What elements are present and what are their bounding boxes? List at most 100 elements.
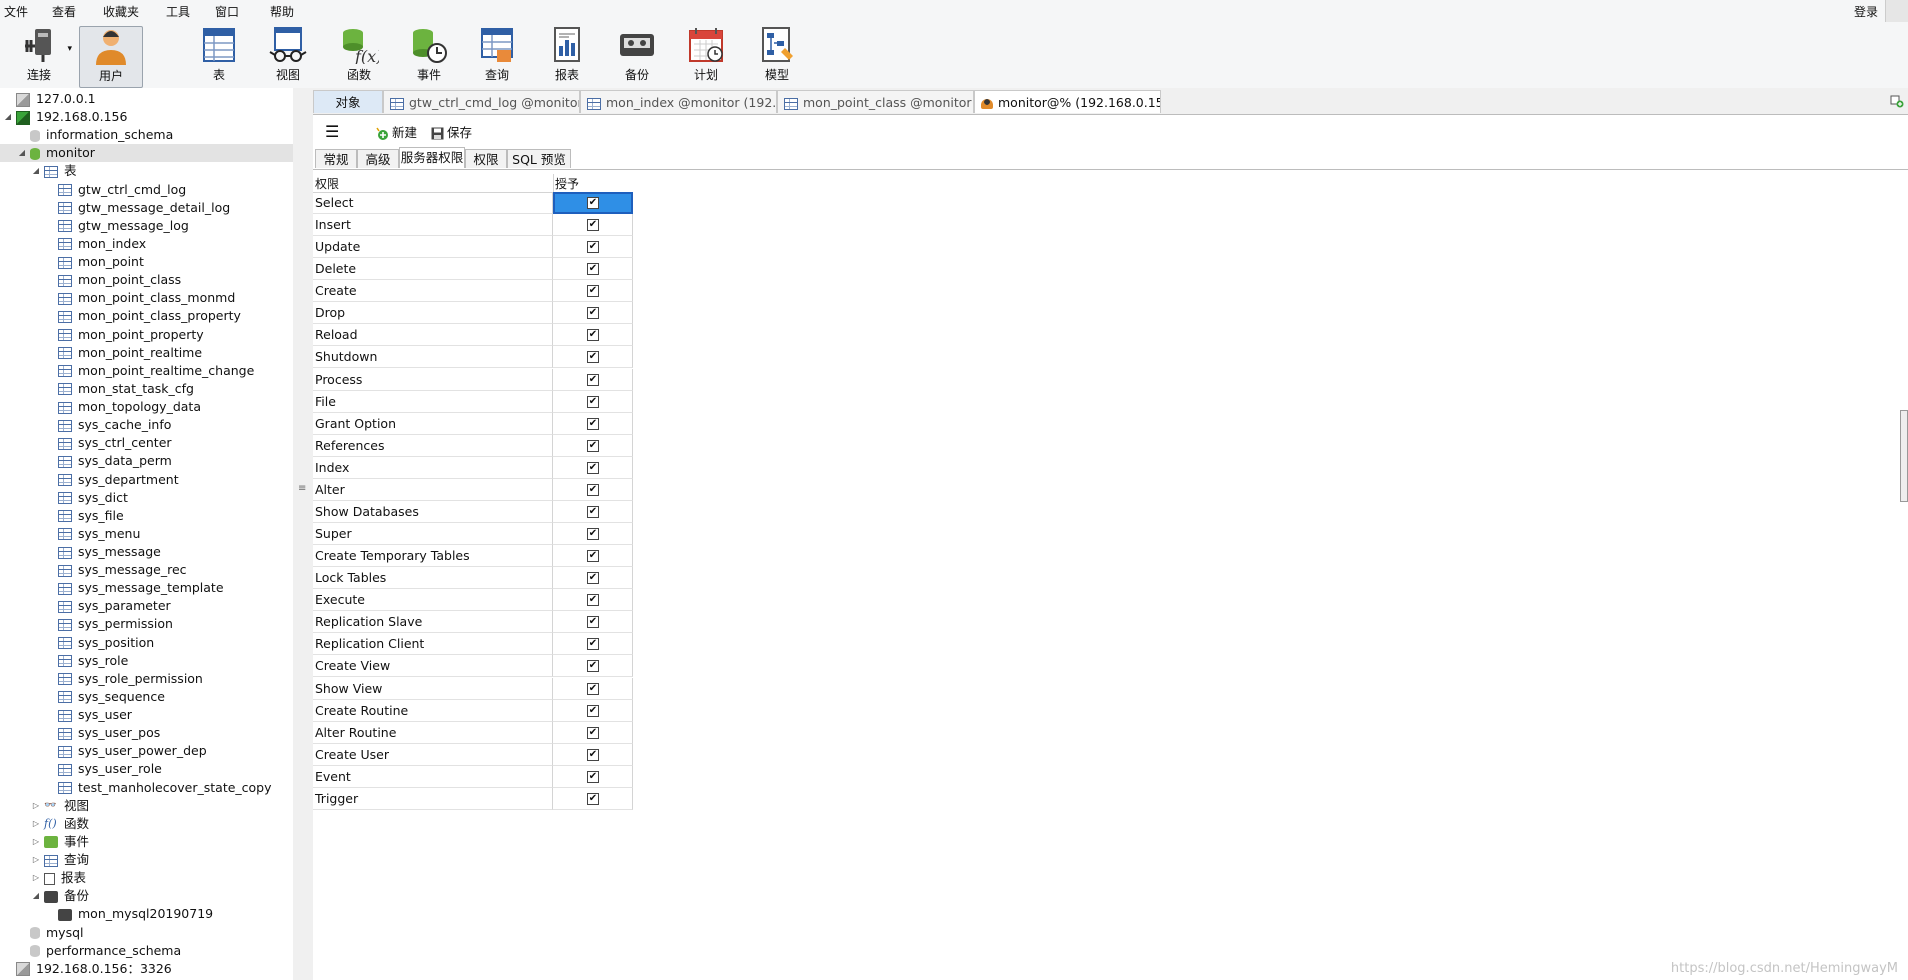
privilege-name-cell[interactable]: Replication Slave bbox=[313, 611, 553, 634]
tree-node[interactable]: gtw_message_detail_log bbox=[0, 199, 293, 217]
tree-node[interactable]: test_manholecover_state_copy bbox=[0, 779, 293, 797]
grant-checkbox[interactable]: ✔ bbox=[587, 395, 599, 408]
grant-checkbox[interactable]: ✔ bbox=[587, 748, 599, 761]
grant-cell[interactable]: ✔ bbox=[553, 368, 633, 391]
tree-node[interactable]: sys_user bbox=[0, 706, 293, 724]
tree-node[interactable]: 192.168.0.156：3326 bbox=[0, 960, 293, 978]
grant-checkbox[interactable]: ✔ bbox=[587, 660, 599, 673]
tree-node[interactable]: mon_point_class bbox=[0, 271, 293, 289]
grant-checkbox[interactable]: ✔ bbox=[587, 528, 599, 541]
menu-favorites[interactable]: 收藏夹 bbox=[103, 3, 139, 20]
tree-node[interactable]: sys_role bbox=[0, 652, 293, 670]
tree-node[interactable]: mon_point_class_monmd bbox=[0, 289, 293, 307]
tree-node[interactable]: mon_point bbox=[0, 253, 293, 271]
grant-cell[interactable]: ✔ bbox=[553, 655, 633, 678]
grant-checkbox[interactable]: ✔ bbox=[587, 307, 599, 320]
new-tab-icon[interactable] bbox=[1890, 94, 1904, 108]
scrollbar-thumb[interactable] bbox=[1900, 410, 1908, 502]
tree-node[interactable]: mon_topology_data bbox=[0, 398, 293, 416]
object-tab[interactable]: 对象 bbox=[313, 90, 383, 113]
privilege-name-cell[interactable]: Create bbox=[313, 280, 553, 303]
grant-checkbox[interactable]: ✔ bbox=[587, 417, 599, 430]
grant-cell[interactable]: ✔ bbox=[553, 787, 633, 810]
menu-file[interactable]: 文件 bbox=[4, 3, 28, 20]
grant-checkbox[interactable]: ✔ bbox=[587, 197, 599, 209]
user-avatar-corner[interactable] bbox=[1885, 0, 1908, 22]
grant-cell[interactable]: ✔ bbox=[553, 545, 633, 568]
privilege-name-cell[interactable]: File bbox=[313, 390, 553, 413]
tree-node[interactable]: information_schema bbox=[0, 126, 293, 144]
tree-node[interactable]: mon_mysql20190719 bbox=[0, 905, 293, 923]
tree-node[interactable]: sys_menu bbox=[0, 525, 293, 543]
grant-checkbox[interactable]: ✔ bbox=[587, 792, 599, 805]
sub-tab[interactable]: 权限 bbox=[465, 149, 507, 168]
privilege-name-cell[interactable]: Alter bbox=[313, 478, 553, 501]
sub-tab[interactable]: 服务器权限 bbox=[399, 147, 465, 168]
tree-node[interactable]: mon_point_realtime_change bbox=[0, 362, 293, 380]
sub-tab[interactable]: 高级 bbox=[357, 149, 399, 168]
grant-cell[interactable]: ✔ bbox=[553, 258, 633, 281]
tree-node[interactable]: ▷ f() 函数 bbox=[0, 815, 293, 833]
grant-checkbox[interactable]: ✔ bbox=[587, 483, 599, 496]
collapsed-arrow-icon[interactable]: ▷ bbox=[31, 851, 41, 869]
tree-node[interactable]: ◢ monitor bbox=[0, 144, 293, 163]
privilege-name-cell[interactable]: Create User bbox=[313, 743, 553, 766]
toolbar-button-7[interactable]: 查询 bbox=[466, 26, 528, 86]
tree-node[interactable]: ▷ 查询 bbox=[0, 851, 293, 869]
grant-cell[interactable]: ✔ bbox=[553, 280, 633, 303]
tree-node[interactable]: sys_data_perm bbox=[0, 452, 293, 470]
tree-node[interactable]: mon_stat_task_cfg bbox=[0, 380, 293, 398]
object-tab[interactable]: gtw_ctrl_cmd_log @monitor... bbox=[383, 90, 580, 113]
grant-checkbox[interactable]: ✔ bbox=[587, 439, 599, 452]
grant-checkbox[interactable]: ✔ bbox=[587, 373, 599, 386]
privilege-name-cell[interactable]: Create Routine bbox=[313, 699, 553, 722]
grant-checkbox[interactable]: ✔ bbox=[587, 616, 599, 629]
grant-checkbox[interactable]: ✔ bbox=[587, 594, 599, 607]
tree-node[interactable]: sys_dict bbox=[0, 489, 293, 507]
menu-window[interactable]: 窗口 bbox=[215, 3, 239, 20]
grant-cell[interactable]: ✔ bbox=[553, 567, 633, 590]
menu-tools[interactable]: 工具 bbox=[166, 3, 190, 20]
privilege-name-cell[interactable]: Process bbox=[313, 368, 553, 391]
tree-node[interactable]: sys_message_template bbox=[0, 579, 293, 597]
toolbar-button-9[interactable]: 备份 bbox=[606, 26, 668, 86]
grant-checkbox[interactable]: ✔ bbox=[587, 682, 599, 695]
object-tab[interactable]: mon_index @monitor (192.1... bbox=[580, 90, 777, 113]
privilege-name-cell[interactable]: Execute bbox=[313, 589, 553, 612]
toolbar-button-5[interactable]: f(x) 函数 bbox=[328, 26, 390, 86]
privilege-name-cell[interactable]: Shutdown bbox=[313, 346, 553, 369]
grant-cell[interactable]: ✔ bbox=[553, 611, 633, 634]
grant-checkbox[interactable]: ✔ bbox=[587, 726, 599, 739]
column-header-privilege[interactable]: 权限 bbox=[315, 175, 339, 192]
tree-node[interactable]: gtw_message_log bbox=[0, 217, 293, 235]
tree-node[interactable]: sys_user_pos bbox=[0, 724, 293, 742]
grant-checkbox[interactable]: ✔ bbox=[587, 285, 599, 298]
tree-node[interactable]: ◢ 表 bbox=[0, 162, 293, 180]
toolbar-button-1[interactable]: 连接 ▾ bbox=[8, 26, 72, 86]
grant-checkbox[interactable]: ✔ bbox=[587, 505, 599, 518]
collapsed-arrow-icon[interactable]: ▷ bbox=[31, 815, 41, 833]
expanded-arrow-icon[interactable]: ◢ bbox=[17, 144, 27, 162]
grant-cell[interactable]: ✔ bbox=[553, 523, 633, 546]
toolbar-button-11[interactable]: 模型 bbox=[746, 26, 808, 86]
grant-cell[interactable]: ✔ bbox=[553, 699, 633, 722]
privilege-name-cell[interactable]: Update bbox=[313, 236, 553, 259]
grant-checkbox[interactable]: ✔ bbox=[587, 351, 599, 364]
tree-node[interactable]: mon_point_realtime bbox=[0, 344, 293, 362]
privilege-name-cell[interactable]: Insert bbox=[313, 214, 553, 237]
vertical-scrollbar[interactable] bbox=[1900, 140, 1908, 980]
tree-node[interactable]: sys_permission bbox=[0, 615, 293, 633]
privilege-name-cell[interactable]: Create View bbox=[313, 655, 553, 678]
grant-checkbox[interactable]: ✔ bbox=[587, 704, 599, 717]
privilege-name-cell[interactable]: References bbox=[313, 434, 553, 457]
tree-node[interactable]: sys_message_rec bbox=[0, 561, 293, 579]
privilege-name-cell[interactable]: Delete bbox=[313, 258, 553, 281]
grant-cell[interactable]: ✔ bbox=[553, 434, 633, 457]
privilege-name-cell[interactable]: Grant Option bbox=[313, 412, 553, 435]
menu-view[interactable]: 查看 bbox=[52, 3, 76, 20]
grant-cell[interactable]: ✔ bbox=[553, 324, 633, 347]
grant-cell[interactable]: ✔ bbox=[553, 236, 633, 259]
grant-checkbox[interactable]: ✔ bbox=[587, 329, 599, 342]
collapsed-arrow-icon[interactable]: ▷ bbox=[31, 869, 41, 887]
tree-node[interactable]: sys_position bbox=[0, 634, 293, 652]
